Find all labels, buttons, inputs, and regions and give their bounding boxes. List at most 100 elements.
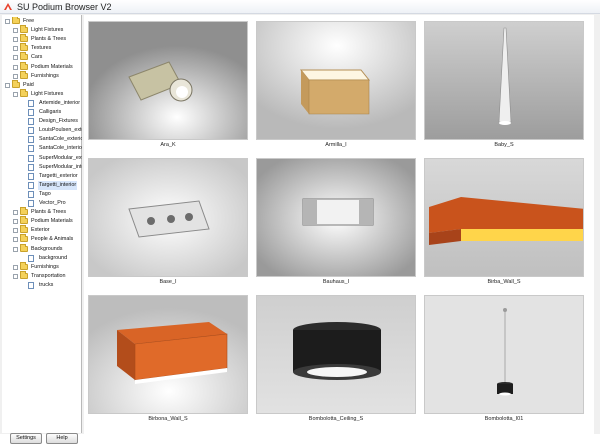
thumbnail-card[interactable]: Bauhaus_I (256, 158, 416, 289)
expand-icon[interactable] (13, 46, 18, 52)
wall-box-thumbnail[interactable] (88, 158, 248, 277)
folder-icon (20, 216, 28, 225)
thumbnail-card[interactable]: Birba_Wall_S (424, 158, 584, 289)
thumbnail-caption: Base_I (159, 279, 177, 285)
tree-leaf-item[interactable]: LouisPoulsen_exterior (2, 126, 82, 135)
tree-folder-item[interactable]: Exterior (2, 225, 82, 235)
tree-item-label: Vector_Pro (39, 200, 66, 206)
collapse-icon[interactable] (13, 246, 18, 252)
folder-icon (20, 234, 28, 243)
orange-wall-box-thumbnail[interactable] (88, 295, 248, 414)
tree-item-label: Light Fixtures (31, 90, 64, 97)
black-drum-thumbnail[interactable] (256, 295, 416, 414)
tree-folder-item[interactable]: Free (2, 17, 82, 26)
thumbnail-caption: Birbona_Wall_S (148, 416, 188, 422)
tree-item-label: Calligaris (39, 109, 62, 115)
tree-item-label: Light Fixtures (31, 27, 64, 34)
expand-icon[interactable] (13, 237, 18, 243)
tree-leaf-item[interactable]: Design_Fixtures (2, 117, 82, 126)
thumbnail-caption: Armilla_I (325, 142, 347, 148)
app-icon (4, 3, 12, 10)
thumbnail-card[interactable]: Armilla_I (256, 21, 416, 152)
pendant-cone-thumbnail[interactable] (424, 21, 584, 140)
wall-sconce-thumbnail[interactable] (256, 158, 416, 277)
tree-leaf-item[interactable]: SantaCole_interior (2, 144, 82, 153)
collapse-icon[interactable] (13, 91, 18, 97)
folder-icon (20, 207, 28, 216)
folder-icon (20, 270, 28, 279)
box-lamp-thumbnail[interactable] (256, 21, 416, 140)
tree-folder-item[interactable]: Textures (2, 43, 82, 53)
expand-icon[interactable] (13, 73, 18, 79)
tree-leaf-item[interactable]: trucks (2, 281, 82, 290)
collapse-icon[interactable] (13, 273, 18, 279)
help-button[interactable]: Help (46, 433, 78, 444)
tree-item-label: Plants & Trees (31, 36, 67, 43)
thumbnail-card[interactable]: Birbona_Wall_S (88, 295, 248, 426)
tree-leaf-item[interactable]: Targetti_interior (2, 180, 82, 190)
app-window: SU Podium Browser V2 Free Light Fixtures P… (0, 0, 600, 444)
tree-item-label: Tago (39, 190, 51, 197)
collapse-icon[interactable] (5, 19, 10, 24)
tree-leaf-item[interactable]: Tago (2, 190, 82, 199)
tree-folder-item[interactable]: Light Fixtures (2, 88, 82, 99)
tree-item-label: Textures (31, 45, 52, 52)
tree-folder-item[interactable]: Backgrounds (2, 243, 82, 254)
document-icon (28, 190, 34, 198)
tree-item-label: Design_Fixtures (39, 118, 78, 125)
tree-leaf-item[interactable]: SuperModular_interior (2, 163, 82, 172)
expand-icon[interactable] (13, 228, 18, 234)
tree-folder-item[interactable]: Podium Materials (2, 216, 82, 226)
tree-folder-item[interactable]: Plants & Trees (2, 207, 82, 217)
expand-icon[interactable] (13, 264, 18, 270)
tree-leaf-item[interactable]: Calligaris (2, 108, 82, 117)
expand-icon[interactable] (13, 37, 18, 43)
folder-icon (12, 17, 20, 24)
tree-item-label: Artemide_interior (39, 99, 81, 106)
tree-leaf-item[interactable]: background (2, 254, 82, 263)
folder-icon (20, 261, 28, 270)
tree-leaf-item[interactable]: Artemide_interior (2, 99, 82, 108)
folder-icon (20, 225, 28, 234)
tree-folder-item[interactable]: Paid (2, 79, 82, 90)
thumbnail-card[interactable]: Base_I (88, 158, 248, 289)
orange-wall-bar-thumbnail[interactable] (424, 158, 584, 277)
tree-folder-item[interactable]: People & Animals (2, 234, 82, 244)
tree-item-label: Backgrounds (31, 245, 63, 252)
tree-item-label: SuperModular_exterior (39, 154, 82, 161)
expand-icon[interactable] (13, 28, 18, 34)
title-bar[interactable]: SU Podium Browser V2 (0, 0, 600, 14)
document-icon (28, 163, 34, 171)
thumbnail-card[interactable]: Bombolotta_Ceiling_S (256, 295, 416, 426)
document-icon (28, 181, 34, 189)
settings-button[interactable]: Settings (10, 433, 42, 444)
tree-folder-item[interactable]: Cars (2, 52, 82, 62)
thumbnail-card[interactable]: Ara_K (88, 21, 248, 152)
folder-icon (20, 43, 28, 52)
document-icon (28, 145, 34, 153)
tree-item-label: LouisPoulsen_exterior (39, 127, 82, 134)
expand-icon[interactable] (13, 64, 18, 70)
tree-folder-item[interactable]: Transportation (2, 270, 82, 281)
folder-icon (20, 52, 28, 61)
expand-icon[interactable] (13, 210, 18, 216)
wall-spotlight-thumbnail[interactable] (88, 21, 248, 140)
collapse-icon[interactable] (5, 82, 10, 88)
tree-leaf-item[interactable]: SuperModular_exterior (2, 154, 82, 163)
tree-folder-item[interactable]: Light Fixtures (2, 25, 82, 35)
expand-icon[interactable] (13, 219, 18, 225)
tree-item-label: trucks (39, 281, 54, 288)
tree-leaf-item[interactable]: Vector_Pro (2, 199, 82, 208)
thumbnail-caption: Bauhaus_I (322, 279, 350, 285)
small-pendant-thumbnail[interactable] (424, 295, 584, 414)
tree-folder-item[interactable]: Plants & Trees (2, 34, 82, 44)
document-icon (28, 254, 34, 262)
thumbnail-card[interactable]: Bombolotta_I01 (424, 295, 584, 426)
tree-leaf-item[interactable]: Targetti_exterior (2, 172, 82, 181)
thumbnail-card[interactable]: Baby_S (424, 21, 584, 152)
tree-folder-item[interactable]: Furnishings (2, 261, 82, 272)
tree-item-label: Podium Materials (31, 218, 73, 225)
tree-folder-item[interactable]: Podium Materials (2, 61, 82, 72)
expand-icon[interactable] (13, 55, 18, 61)
tree-leaf-item[interactable]: SantaCole_exterior (2, 135, 82, 144)
